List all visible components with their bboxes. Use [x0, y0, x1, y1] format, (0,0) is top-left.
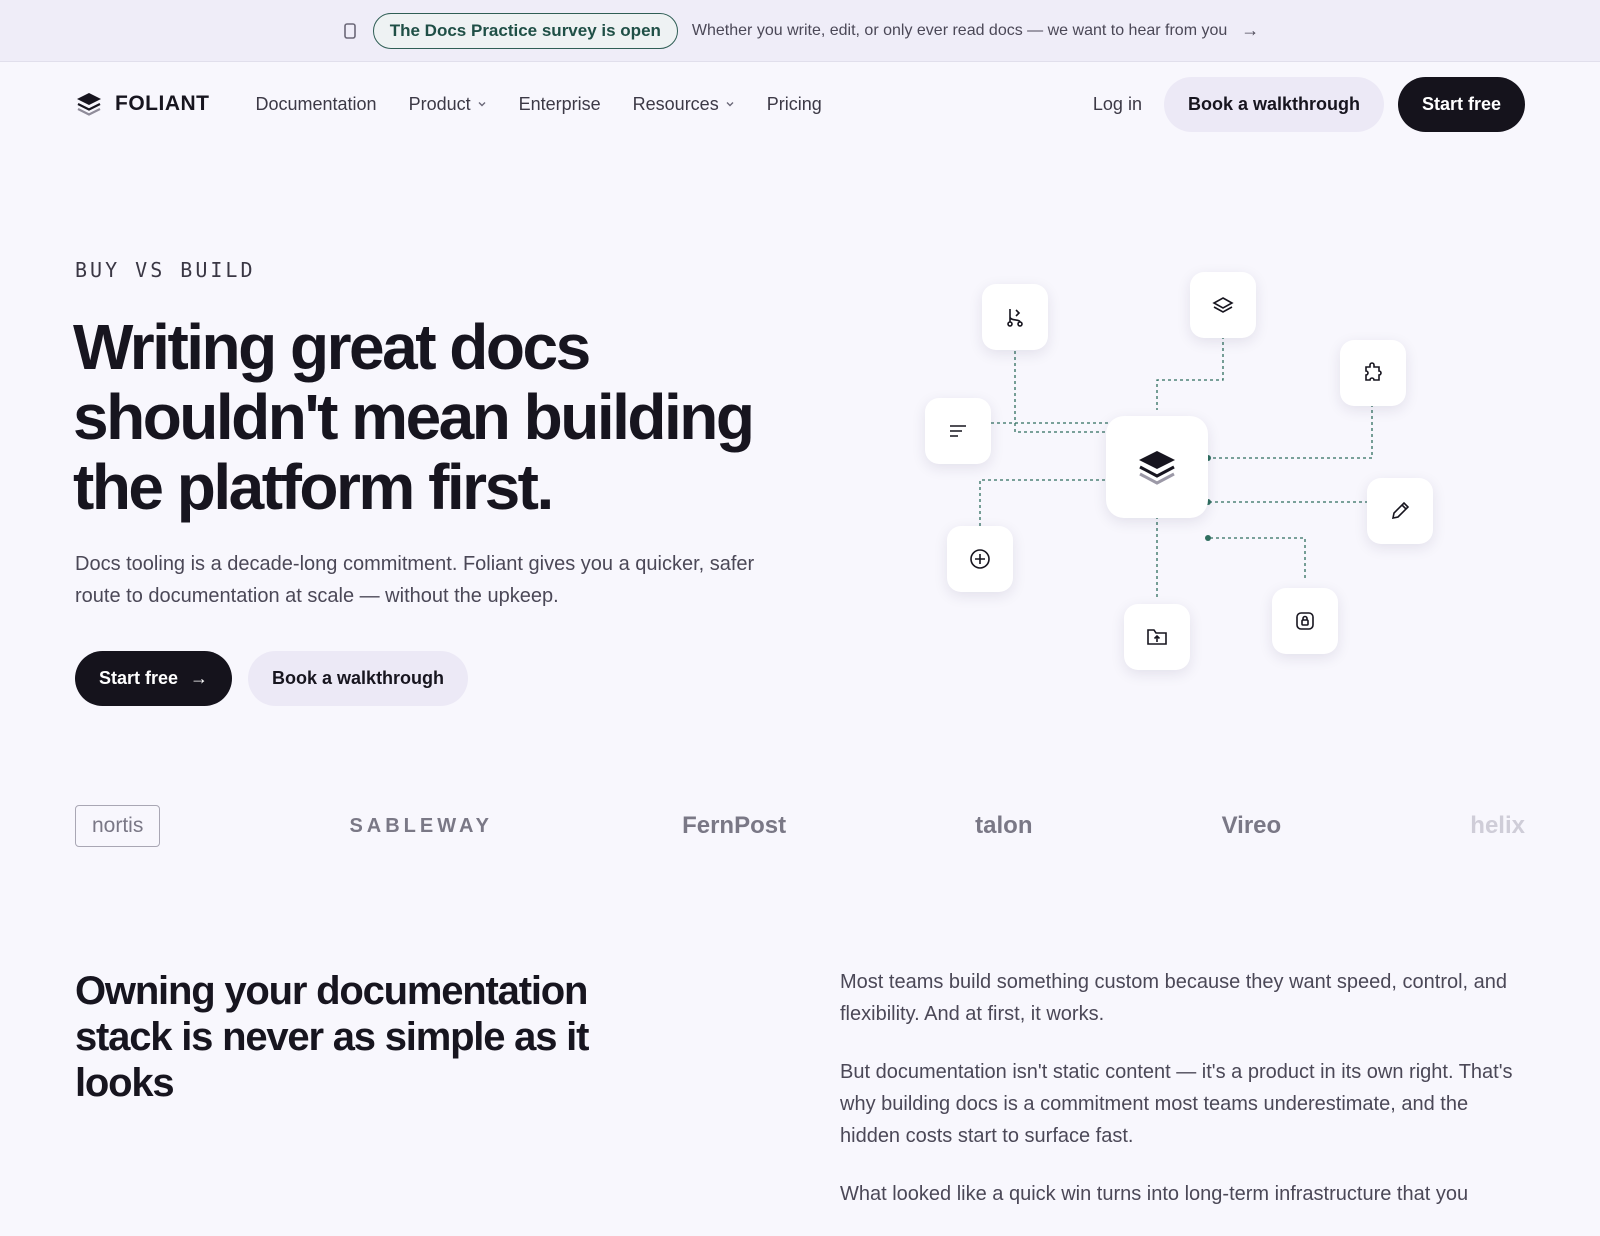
arrow-right-icon: →: [190, 668, 209, 688]
section-paragraph: But documentation isn't static content —…: [840, 1061, 1513, 1147]
hero-start-free-label: Start free: [99, 668, 179, 688]
logo-fernpost: FernPost: [682, 812, 787, 839]
integration-diagram: [900, 260, 1460, 690]
nav-pricing-label: Pricing: [766, 93, 822, 114]
book-walkthrough-button[interactable]: Book a walkthrough: [1163, 76, 1384, 132]
nav-documentation[interactable]: Documentation: [255, 94, 376, 115]
logo-talon: talon: [975, 812, 1033, 839]
section-paragraph: What looked like a quick win turns into …: [840, 1183, 1469, 1205]
announcement-text[interactable]: Whether you write, edit, or only ever re…: [692, 22, 1227, 40]
nav-resources[interactable]: Resources: [633, 94, 735, 115]
lock-icon: [1296, 612, 1314, 630]
puzzle-icon: [1365, 362, 1382, 381]
nav-enterprise[interactable]: Enterprise: [519, 94, 601, 115]
section-body: Most teams build something custom becaus…: [840, 966, 1530, 1236]
layers-center-icon: [1139, 451, 1175, 485]
section-paragraph: Most teams build something custom becaus…: [840, 971, 1508, 1025]
brand-logo[interactable]: FOLIANT: [75, 90, 209, 118]
chevron-down-icon: [726, 102, 734, 107]
pencil-node: [1367, 478, 1433, 544]
section-title: Owning your documentation stack is never…: [75, 969, 589, 1105]
arrow-right-icon[interactable]: →: [1241, 20, 1259, 41]
announcement-bar[interactable]: The Docs Practice survey is open Whether…: [0, 0, 1600, 62]
folder-upload-icon: [1147, 629, 1167, 645]
document-icon: [341, 22, 359, 40]
nav-product[interactable]: Product: [409, 94, 487, 115]
hero-eyebrow: BUY VS BUILD: [75, 258, 256, 282]
nav-enterprise-label: Enterprise: [518, 93, 601, 114]
logo-helix: helix: [1470, 812, 1525, 839]
git-branch-icon: [1007, 309, 1023, 327]
plus-circle-icon: [970, 549, 990, 569]
logo-nortis: nortis: [75, 805, 161, 847]
start-free-button[interactable]: Start free: [1397, 76, 1525, 132]
pencil-icon: [1391, 501, 1410, 520]
nav-documentation-label: Documentation: [255, 93, 377, 114]
hero-title: Writing great docs shouldn't mean buildi…: [73, 311, 755, 523]
hero-book-walkthrough-button[interactable]: Book a walkthrough: [248, 651, 469, 706]
nav-resources-label: Resources: [632, 93, 719, 114]
stack-icon: [1212, 297, 1234, 313]
login-link[interactable]: Log in: [1093, 94, 1142, 115]
stack-node: [1190, 272, 1256, 338]
survey-pill[interactable]: The Docs Practice survey is open: [372, 12, 678, 49]
brand-name: FOLIANT: [115, 92, 210, 115]
nav-pricing[interactable]: Pricing: [767, 94, 822, 115]
logo-vireo: Vireo: [1221, 812, 1282, 839]
logo-sableway: SABLEWAY: [349, 814, 493, 837]
puzzle-node: [1340, 340, 1406, 406]
lock-node: [1272, 588, 1338, 654]
git-branch-node: [982, 284, 1048, 350]
list-node: [925, 398, 991, 464]
plus-node: [947, 526, 1013, 592]
top-nav: FOLIANT Documentation Product Enterprise…: [0, 62, 1600, 146]
hero-subtitle: Docs tooling is a decade-long commitment…: [75, 553, 755, 607]
list-icon: [950, 425, 966, 437]
foliant-hub-node: [1106, 416, 1208, 518]
nav-product-label: Product: [408, 93, 471, 114]
customer-logos: nortis SABLEWAY FernPost talon Vireo hel…: [75, 804, 1525, 848]
hero-start-free-button[interactable]: Start free →: [75, 651, 233, 706]
folder-upload-node: [1124, 604, 1190, 670]
layers-logo-icon: [77, 93, 101, 116]
chevron-down-icon: [478, 102, 486, 107]
